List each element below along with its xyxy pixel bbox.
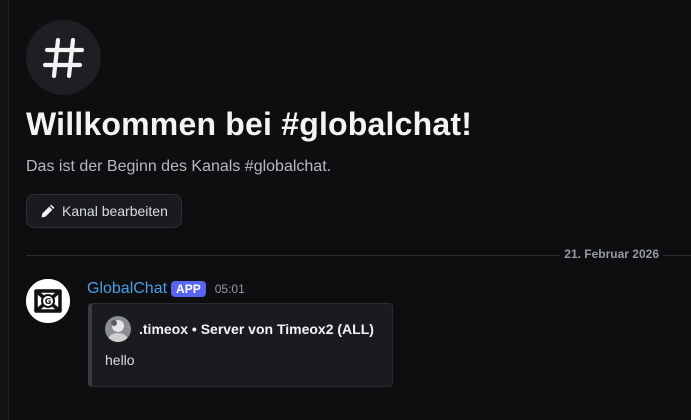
embed-author-avatar[interactable] — [105, 316, 131, 342]
message-timestamp[interactable]: 05:01 — [215, 282, 245, 296]
globalchat-avatar[interactable]: G — [26, 279, 70, 323]
welcome-title: Willkommen bei #globalchat! — [26, 106, 473, 142]
embed-author: .timeox • Server von Timeox2 (ALL) — [105, 316, 374, 342]
user-avatar-icon — [105, 316, 131, 342]
message-username[interactable]: GlobalChat — [87, 280, 167, 298]
edit-channel-label: Kanal bearbeiten — [62, 203, 168, 219]
left-panel-edge — [0, 0, 9, 420]
svg-text:G: G — [45, 297, 52, 306]
embed-author-name[interactable]: .timeox • Server von Timeox2 (ALL) — [139, 321, 374, 337]
globalchat-logo-icon: G — [26, 279, 70, 323]
channel-hashtag-icon — [26, 20, 101, 95]
pencil-icon — [41, 204, 55, 218]
welcome-subtitle: Das ist der Beginn des Kanals #globalcha… — [26, 158, 332, 175]
edit-channel-button[interactable]: Kanal bearbeiten — [26, 194, 182, 228]
message-header: GlobalChat APP 05:01 — [87, 280, 245, 298]
date-divider-label: 21. Februar 2026 — [560, 247, 663, 261]
embed-description: hello — [105, 352, 135, 368]
hashtag-icon — [42, 37, 84, 78]
app-badge: APP — [171, 281, 206, 297]
message-embed: .timeox • Server von Timeox2 (ALL) hello — [88, 303, 393, 387]
